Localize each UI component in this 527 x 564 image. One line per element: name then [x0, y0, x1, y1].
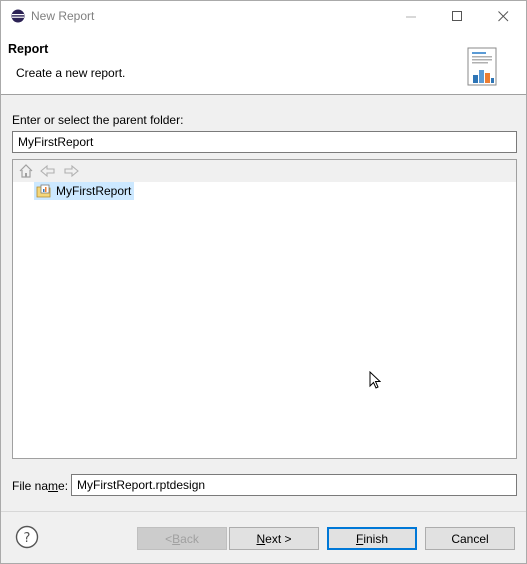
maximize-button[interactable]: [434, 1, 480, 31]
help-icon[interactable]: ?: [15, 525, 39, 549]
tree-item-label: MyFirstReport: [56, 184, 132, 198]
close-button[interactable]: [480, 1, 526, 31]
wizard-header: Report Create a new report.: [1, 31, 526, 95]
minimize-icon: [405, 16, 416, 17]
back-button[interactable]: < Back: [137, 527, 227, 550]
parent-folder-label: Enter or select the parent folder:: [12, 113, 184, 127]
new-report-dialog: New Report Report Create a new report. E…: [0, 0, 527, 564]
parent-folder-input[interactable]: [12, 131, 517, 153]
svg-text:?: ?: [24, 531, 31, 546]
cancel-button[interactable]: Cancel: [425, 527, 515, 550]
window-title: New Report: [31, 9, 95, 23]
tree-toolbar: [13, 160, 516, 182]
footer-separator: [1, 511, 526, 512]
next-button[interactable]: Next >: [229, 527, 319, 550]
home-icon[interactable]: [18, 164, 34, 178]
folder-tree[interactable]: MyFirstReport: [12, 159, 517, 459]
report-wizard-icon: [467, 47, 497, 86]
back-arrow-icon[interactable]: [40, 164, 56, 178]
close-icon: [497, 10, 508, 21]
eclipse-icon: [11, 9, 25, 23]
minimize-button[interactable]: [388, 1, 434, 31]
tree-item-myfirstreport[interactable]: MyFirstReport: [34, 182, 135, 200]
mouse-cursor: [369, 371, 381, 389]
finish-button[interactable]: Finish: [327, 527, 417, 550]
page-title: Report: [8, 42, 49, 56]
file-name-label: File name:: [12, 479, 69, 493]
title-bar[interactable]: New Report: [1, 1, 526, 31]
forward-arrow-icon[interactable]: [63, 164, 79, 178]
report-project-icon: [36, 184, 51, 198]
file-name-input[interactable]: [71, 474, 517, 496]
maximize-icon: [451, 10, 462, 21]
page-description: Create a new report.: [16, 66, 126, 80]
